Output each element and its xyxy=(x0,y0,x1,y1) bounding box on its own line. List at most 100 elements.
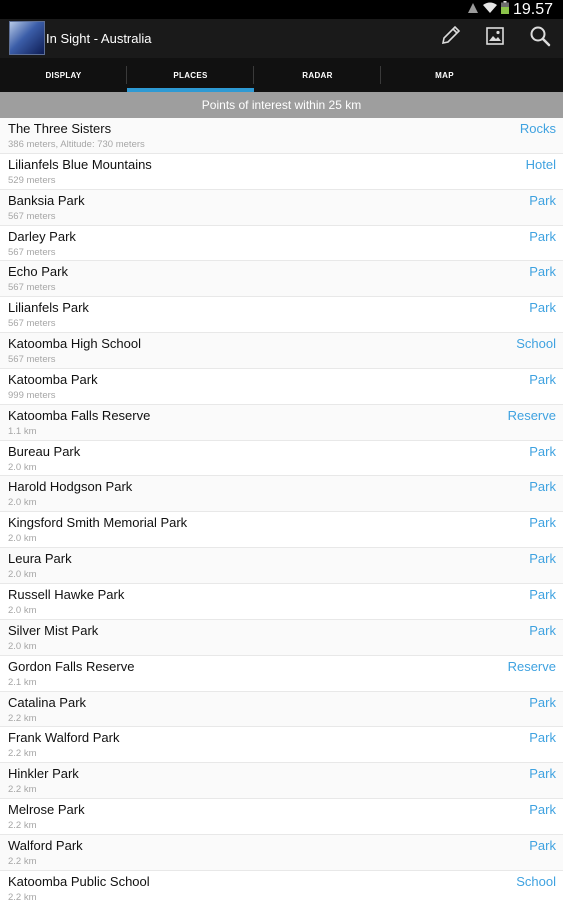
app-title: In Sight - Australia xyxy=(46,31,152,46)
gallery-button[interactable] xyxy=(475,19,515,58)
place-name: Melrose Park xyxy=(8,802,85,818)
place-name: Katoomba High School xyxy=(8,336,141,352)
search-icon xyxy=(529,25,551,52)
place-row[interactable]: Gordon Falls Reserve 2.1 km Reserve xyxy=(0,656,563,692)
place-row[interactable]: Catalina Park 2.2 km Park xyxy=(0,691,563,728)
place-name: Darley Park xyxy=(8,228,76,244)
tab-label: PLACES xyxy=(173,70,208,80)
place-name: Kingsford Smith Memorial Park xyxy=(8,515,188,531)
place-distance: 2.2 km xyxy=(8,820,37,832)
place-name: Leura Park xyxy=(8,551,72,567)
place-category: Hotel xyxy=(525,156,556,172)
place-distance: 1.1 km xyxy=(8,425,37,437)
place-name: Katoomba Falls Reserve xyxy=(8,407,151,423)
place-name: Echo Park xyxy=(8,264,68,280)
place-name: Walford Park xyxy=(8,837,83,853)
place-category: Park xyxy=(529,515,556,531)
tab-map[interactable]: MAP xyxy=(381,58,508,92)
place-category: Park xyxy=(529,586,556,602)
place-row[interactable]: Katoomba Park 999 meters Park xyxy=(0,369,563,405)
place-distance: 2.2 km xyxy=(8,891,37,900)
place-name: Bureau Park xyxy=(8,443,81,459)
place-distance: 386 meters, Altitude: 730 meters xyxy=(8,139,145,150)
place-row[interactable]: Katoomba Public School 2.2 km School xyxy=(0,871,563,900)
place-distance: 2.2 km xyxy=(8,784,37,796)
place-row[interactable]: Lilianfels Blue Mountains 529 meters Hotel xyxy=(0,154,563,190)
place-name: Lilianfels Park xyxy=(8,300,89,316)
place-row[interactable]: Echo Park 567 meters Park xyxy=(0,261,563,298)
place-row[interactable]: Hinkler Park 2.2 km Park xyxy=(0,763,563,800)
place-category: Rocks xyxy=(519,121,556,136)
place-row[interactable]: Katoomba High School 567 meters School xyxy=(0,333,563,369)
place-name: Katoomba Public School xyxy=(8,873,150,889)
status-bar: 19.57 xyxy=(0,0,563,19)
place-name: Russell Hawke Park xyxy=(8,586,125,602)
place-distance: 529 meters xyxy=(8,174,56,186)
place-row[interactable]: Melrose Park 2.2 km Park xyxy=(0,799,563,835)
place-category: Park xyxy=(529,694,556,710)
action-bar: In Sight - Australia xyxy=(0,19,563,58)
place-category: Park xyxy=(529,479,556,495)
place-row[interactable]: Bureau Park 2.0 km Park xyxy=(0,441,563,477)
tab-label: RADAR xyxy=(302,70,333,80)
place-category: Park xyxy=(529,622,556,638)
place-distance: 2.2 km xyxy=(8,855,37,867)
place-category: Park xyxy=(529,551,556,567)
notification-icon xyxy=(467,1,479,19)
place-name: The Three Sisters xyxy=(8,121,112,136)
tab-places[interactable]: PLACES xyxy=(127,58,254,92)
place-row[interactable]: Frank Walford Park 2.2 km Park xyxy=(0,727,563,764)
place-category: Park xyxy=(529,300,556,316)
place-distance: 2.0 km xyxy=(8,640,37,652)
place-name: Frank Walford Park xyxy=(8,730,120,746)
place-row[interactable]: The Three Sisters 386 meters, Altitude: 7… xyxy=(0,118,563,154)
place-distance: 2.0 km xyxy=(8,497,37,509)
app-icon[interactable] xyxy=(9,21,45,55)
place-row[interactable]: Banksia Park 567 meters Park xyxy=(0,189,563,226)
place-row[interactable]: Leura Park 2.0 km Park xyxy=(0,548,563,584)
place-distance: 2.0 km xyxy=(8,533,37,545)
tab-radar[interactable]: RADAR xyxy=(254,58,381,92)
tab-label: DISPLAY xyxy=(45,70,82,80)
place-distance: 2.2 km xyxy=(8,748,37,760)
place-category: Park xyxy=(529,443,556,459)
edit-button[interactable] xyxy=(430,19,470,58)
place-row[interactable]: Katoomba Falls Reserve 1.1 km Reserve xyxy=(0,404,563,441)
place-row[interactable]: Lilianfels Park 567 meters Park xyxy=(0,297,563,334)
place-category: Park xyxy=(529,264,556,280)
tab-display[interactable]: DISPLAY xyxy=(0,58,127,92)
place-distance: 567 meters xyxy=(8,282,56,294)
battery-icon xyxy=(500,0,509,19)
place-row[interactable]: Walford Park 2.2 km Park xyxy=(0,834,563,871)
place-distance: 2.2 km xyxy=(8,712,37,724)
place-category: Park xyxy=(529,730,556,746)
place-name: Katoomba Park xyxy=(8,371,98,387)
place-distance: 567 meters xyxy=(8,210,56,222)
place-row[interactable]: Darley Park 567 meters Park xyxy=(0,226,563,262)
place-name: Silver Mist Park xyxy=(8,622,99,638)
place-category: Park xyxy=(529,837,556,853)
place-category: Park xyxy=(529,371,556,387)
place-distance: 567 meters xyxy=(8,354,56,366)
tab-bar-filler xyxy=(508,58,563,92)
pencil-icon xyxy=(439,25,461,52)
wifi-icon xyxy=(482,1,497,19)
place-name: Lilianfels Blue Mountains xyxy=(8,156,152,172)
place-name: Gordon Falls Reserve xyxy=(8,658,135,674)
place-category: School xyxy=(516,873,556,889)
places-list[interactable]: The Three Sisters 386 meters, Altitude: 7… xyxy=(0,118,563,900)
tab-bar: DISPLAY PLACES RADAR MAP xyxy=(0,58,563,92)
search-button[interactable] xyxy=(520,19,560,58)
place-name: Catalina Park xyxy=(8,694,87,710)
place-row[interactable]: Harold Hodgson Park 2.0 km Park xyxy=(0,476,563,513)
place-row[interactable]: Kingsford Smith Memorial Park 2.0 km Park xyxy=(0,512,563,549)
place-row[interactable]: Russell Hawke Park 2.0 km Park xyxy=(0,584,563,620)
place-name: Harold Hodgson Park xyxy=(8,479,133,495)
place-category: Park xyxy=(529,766,556,782)
tab-label: MAP xyxy=(435,70,454,80)
place-distance: 567 meters xyxy=(8,246,56,258)
place-category: Park xyxy=(529,192,556,208)
place-distance: 2.0 km xyxy=(8,461,37,473)
place-row[interactable]: Silver Mist Park 2.0 km Park xyxy=(0,619,563,656)
place-name: Banksia Park xyxy=(8,192,85,208)
